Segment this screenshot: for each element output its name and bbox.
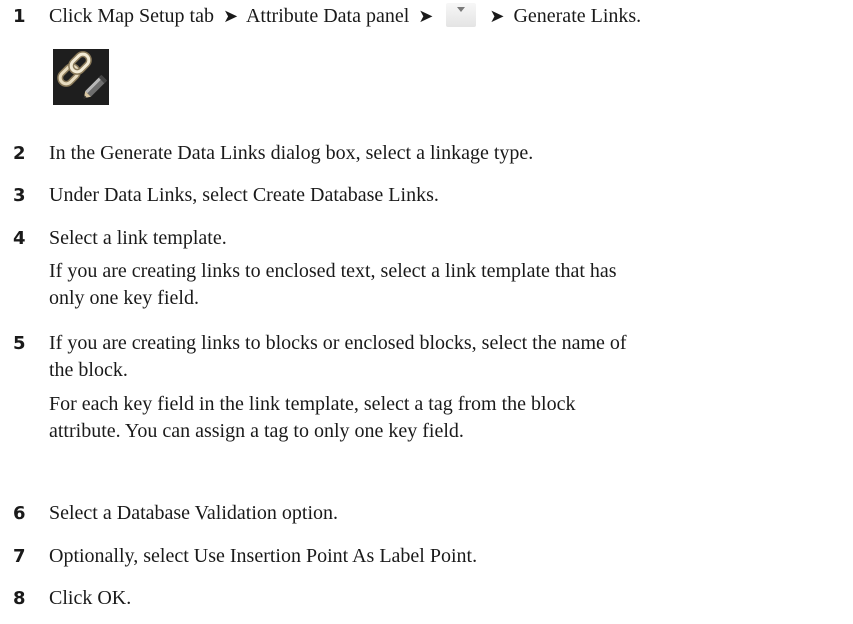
step-3: 3 Under Data Links, select Create Databa…: [0, 182, 853, 209]
step-number: 3: [13, 185, 26, 206]
instruction-document: 1 Click Map Setup tab ➤ Attribute Data p…: [0, 0, 853, 624]
step-7: 7 Optionally, select Use Insertion Point…: [0, 543, 853, 570]
step-number: 5: [13, 333, 26, 354]
step-text: Under Data Links, select Create Database…: [49, 184, 439, 206]
step-text: Click Map Setup tab ➤ Attribute Data pan…: [49, 3, 839, 30]
step-1: 1 Click Map Setup tab ➤ Attribute Data p…: [0, 3, 853, 105]
step-number: 1: [13, 6, 26, 27]
step-number: 4: [13, 228, 26, 249]
dropdown-arrow-icon: [446, 3, 477, 27]
step-6: 6 Select a Database Validation option.: [0, 500, 853, 527]
step-4: 4 Select a link template. If you are cre…: [0, 225, 853, 315]
step-text: Select a Database Validation option.: [49, 502, 338, 524]
step-text: Select a link template.: [49, 227, 227, 249]
arrow-right-icon: ➤: [418, 6, 434, 27]
step-text: Click OK.: [49, 587, 132, 609]
step-note-line: If you are creating links to enclosed te…: [49, 260, 617, 282]
step-number: 2: [13, 143, 26, 164]
step-number: 6: [13, 503, 26, 524]
attribute-data-panel-text: Attribute Data panel: [245, 5, 410, 27]
step-note-line: only one key field.: [49, 287, 199, 309]
generate-links-icon: [53, 49, 109, 105]
step-8: 8 Click OK.: [0, 585, 853, 612]
step-5: 5 If you are creating links to blocks or…: [0, 330, 853, 475]
generate-links-text: Generate Links.: [513, 5, 642, 27]
step-note-line: attribute. You can assign a tag to only …: [49, 420, 464, 442]
step-text: Optionally, select Use Insertion Point A…: [49, 545, 478, 567]
step-text: In the Generate Data Links dialog box, s…: [49, 142, 534, 164]
map-setup-tab-text: Click Map Setup tab: [49, 5, 214, 27]
step-2: 2 In the Generate Data Links dialog box,…: [0, 140, 853, 167]
step-text-line: If you are creating links to blocks or e…: [49, 332, 627, 354]
step-text-line: the block.: [49, 359, 128, 381]
step-note-line: For each key field in the link template,…: [49, 393, 576, 415]
arrow-right-icon: ➤: [489, 6, 505, 27]
step-number: 8: [13, 588, 26, 609]
arrow-right-icon: ➤: [222, 6, 239, 27]
step-number: 7: [13, 546, 26, 567]
